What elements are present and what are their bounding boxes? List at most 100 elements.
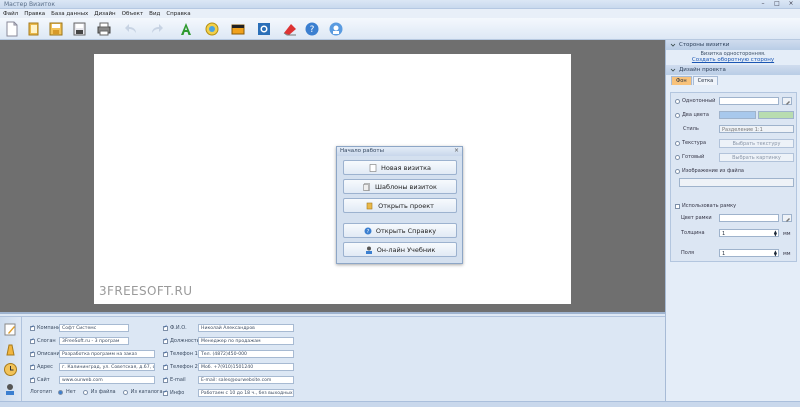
menu-edit[interactable]: Правка (24, 11, 45, 17)
info-input[interactable]: Работаем с 10 до 18 ч., без выходных (198, 389, 294, 397)
delete-icon[interactable] (282, 21, 298, 37)
maximize-button[interactable]: □ (770, 0, 784, 8)
open-project-button[interactable]: Открыть проект (343, 198, 457, 213)
open-folder-icon[interactable] (26, 21, 42, 37)
menu-help[interactable]: Справка (166, 11, 190, 17)
slogan-input[interactable]: 3FreeSoft.ru - 3 програм (59, 337, 129, 345)
minimize-button[interactable]: – (756, 0, 770, 8)
solid-color-field[interactable] (719, 97, 779, 105)
text-icon[interactable] (178, 21, 194, 37)
open-help-button[interactable]: ? Открыть Справку (343, 223, 457, 238)
website-checkbox[interactable] (30, 376, 35, 383)
phone1-checkbox[interactable] (163, 350, 168, 357)
contacts-icon[interactable] (3, 382, 18, 397)
two-colors-radio[interactable] (675, 112, 680, 118)
online-tutorial-label: Он-лайн Учебник (376, 245, 436, 254)
logo-catalog-radio[interactable] (122, 389, 128, 395)
edit-text-icon[interactable] (3, 322, 18, 337)
redo-icon[interactable] (148, 21, 164, 37)
image-icon[interactable] (204, 21, 220, 37)
menu-object[interactable]: Объект (122, 11, 144, 17)
style-select[interactable]: Разделение 1:1 (719, 125, 794, 133)
description-checkbox[interactable] (30, 350, 35, 357)
phone1-input[interactable]: Тел. (4872)450-000 (198, 350, 294, 358)
save-as-icon[interactable] (72, 21, 88, 37)
logo-file-radio[interactable] (82, 389, 88, 395)
select-texture-button[interactable]: Выбрать текстуру (719, 139, 794, 148)
use-frame-option[interactable]: Использовать рамку (675, 203, 736, 209)
phone2-input[interactable]: Моб. +7(910)1501240 (198, 363, 294, 371)
slogan-checkbox[interactable] (30, 337, 35, 344)
from-file-option[interactable]: Изображение из файла (675, 168, 744, 174)
pen-icon[interactable] (3, 342, 18, 357)
tutorial-icon[interactable] (328, 21, 344, 37)
select-picture-button[interactable]: Выбрать картинку (719, 153, 794, 162)
address-input[interactable]: г. Калининград, ул. Советская, д.67, оф.… (59, 363, 155, 371)
from-file-radio[interactable] (675, 168, 680, 174)
info-checkbox[interactable] (163, 389, 168, 396)
website-label: Сайт (37, 377, 50, 383)
company-input[interactable]: Софт Системс (59, 324, 129, 332)
card-page[interactable]: 3FREESOFT.RU (94, 54, 571, 304)
solid-radio[interactable] (675, 98, 680, 104)
menu-design[interactable]: Дизайн (94, 11, 115, 17)
two-colors-option[interactable]: Два цвета (675, 112, 709, 118)
close-button[interactable]: × (784, 0, 798, 8)
design-header[interactable]: Дизайн проекта (666, 65, 800, 75)
margins-input[interactable]: 1 ▲ ▼ (719, 249, 779, 257)
menu-view[interactable]: Вид (149, 11, 160, 17)
ready-option[interactable]: Готовый (675, 154, 704, 160)
sides-header[interactable]: Стороны визитки (666, 40, 800, 50)
description-row: ОписаниеРазработка программ на заказ (30, 350, 155, 358)
clock-icon[interactable] (3, 362, 18, 377)
zoom-icon[interactable] (256, 21, 272, 37)
spinner-icon[interactable]: ▲ ▼ (774, 250, 777, 257)
use-frame-label: Использовать рамку (682, 203, 737, 209)
tab-background[interactable]: Фон (671, 76, 692, 85)
save-icon[interactable] (48, 21, 64, 37)
logo-file-label: Из файла (90, 389, 116, 395)
use-frame-checkbox[interactable] (675, 203, 680, 209)
thickness-input[interactable]: 1 ▲ ▼ (719, 229, 779, 237)
menu-file[interactable]: Файл (3, 11, 18, 17)
description-input[interactable]: Разработка программ на заказ (59, 350, 155, 358)
company-checkbox[interactable] (30, 324, 35, 331)
help-icon[interactable]: ? (304, 21, 320, 37)
collapse-icon (670, 68, 676, 72)
website-input[interactable]: www.ourweb.com (59, 376, 155, 384)
start-dialog-close-icon[interactable]: × (454, 147, 459, 154)
frame-color-field[interactable] (719, 214, 779, 222)
file-path-field[interactable] (679, 178, 794, 187)
texture-radio[interactable] (675, 140, 680, 146)
texture-option[interactable]: Текстура (675, 140, 706, 146)
position-checkbox[interactable] (163, 337, 168, 344)
undo-icon[interactable] (124, 21, 140, 37)
create-back-side-link[interactable]: Создать оборотную сторону (666, 57, 800, 63)
tab-grid[interactable]: Сетка (692, 76, 719, 85)
design-canvas-area[interactable]: 3FREESOFT.RU (0, 40, 665, 314)
address-label: Адрес (37, 364, 53, 370)
frame-eyedropper-button[interactable] (782, 214, 792, 222)
position-input[interactable]: Менеджер по продажам (198, 337, 294, 345)
email-checkbox[interactable] (163, 376, 168, 383)
logo-none-radio[interactable] (58, 389, 63, 395)
new-card-button[interactable]: Новая визитка (343, 160, 457, 175)
spinner-icon[interactable]: ▲ ▼ (774, 230, 777, 237)
fullname-input[interactable]: Николай Александров (198, 324, 294, 332)
ready-radio[interactable] (675, 154, 680, 160)
online-tutorial-button[interactable]: Он-лайн Учебник (343, 242, 457, 257)
solid-option[interactable]: Однотонный (675, 98, 715, 104)
eyedropper-button[interactable] (782, 97, 792, 105)
phone2-checkbox[interactable] (163, 363, 168, 370)
fullname-checkbox[interactable] (163, 324, 168, 331)
background-icon[interactable] (230, 21, 246, 37)
side-toolbar (0, 317, 22, 407)
templates-button[interactable]: Шаблоны визиток (343, 179, 457, 194)
color2-field[interactable] (758, 111, 794, 119)
print-icon[interactable] (96, 21, 112, 37)
new-document-icon[interactable] (4, 21, 20, 37)
address-checkbox[interactable] (30, 363, 35, 370)
email-input[interactable]: E-mail: sales@ourwebsite.com (198, 376, 294, 384)
color1-field[interactable] (719, 111, 756, 119)
menu-database[interactable]: База данных (51, 11, 88, 17)
